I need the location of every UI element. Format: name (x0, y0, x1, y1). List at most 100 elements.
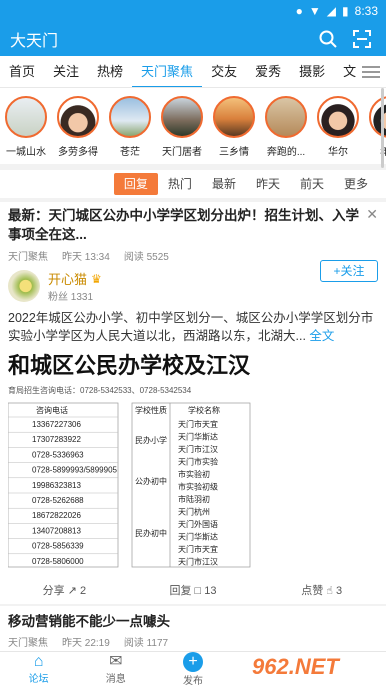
post-views: 阅读 1177 (123, 638, 169, 649)
category-item[interactable]: 奔跑的... (260, 88, 312, 164)
category-avatar (109, 96, 151, 138)
category-item[interactable]: 三乡情 (208, 88, 260, 164)
post-image[interactable]: 和城区公民办学校及江汉 育局招生咨询电话：0728-5342533、0728-5… (8, 351, 378, 571)
category-label: 天门居者 (162, 147, 202, 158)
channel-menu-icon[interactable] (356, 56, 386, 87)
image-school: 天门杭州 (178, 507, 210, 517)
tab-friends[interactable]: 交友 (202, 56, 246, 87)
share-label: 分享 (42, 585, 65, 597)
tab-hot[interactable]: 热榜 (88, 56, 132, 87)
reply-button[interactable]: 回复 □ 13 (129, 582, 258, 598)
image-phone: 0728-5856339 (32, 542, 84, 551)
image-school: 天门市江汉 (178, 557, 218, 567)
category-avatar (161, 96, 203, 138)
category-avatar (213, 96, 255, 138)
author-name[interactable]: 开心猫 (48, 269, 87, 288)
tab-home[interactable]: 首页 (0, 56, 44, 87)
image-school: 天门市实验 (178, 457, 218, 467)
nav-messages-label: 消息 (105, 674, 126, 685)
tab-tianmen-focus[interactable]: 天门聚焦 (132, 56, 203, 87)
category-avatar (57, 96, 99, 138)
category-label: 三乡情 (219, 147, 249, 158)
author-fans: 粉丝 1331 (48, 292, 94, 303)
search-icon[interactable] (314, 25, 342, 53)
like-button[interactable]: 点赞 ☝ 3 (257, 582, 386, 598)
image-phone: 0728-5899993/5899905 (32, 466, 118, 475)
image-school: 天门市江汉 (178, 444, 218, 454)
share-button[interactable]: 分享 ↗ 2 (0, 582, 129, 598)
like-count: 3 (336, 585, 343, 597)
plus-icon: + (183, 652, 203, 672)
category-row: 一城山水 多劳多得 苍茫 天门居者 三乡情 奔跑的... 华尔 年轻 (0, 88, 386, 164)
category-avatar (265, 96, 307, 138)
post-excerpt: 2022年城区公办小学、初中学区划分一、城区公办小学学区划分市实验小学学区为人民… (8, 309, 378, 345)
scrollbar[interactable] (381, 88, 384, 168)
category-item[interactable]: 苍茫 (104, 88, 156, 164)
sort-yesterday[interactable]: 昨天 (246, 173, 290, 195)
scan-icon[interactable] (348, 25, 376, 53)
full-text-link[interactable]: 全文 (309, 329, 334, 343)
post-actions: 分享 ↗ 2 回复 □ 13 点赞 ☝ 3 (0, 582, 386, 598)
image-type-primary: 民办小学 (135, 435, 167, 445)
category-item[interactable]: 华尔 (312, 88, 364, 164)
home-icon: ⌂ (33, 653, 44, 670)
category-label: 苍茫 (120, 147, 140, 158)
share-icon: ↗ (67, 585, 77, 597)
image-phone: 19986323813 (32, 481, 81, 490)
image-school: 天门市天宜 (178, 419, 218, 429)
signal-icon: ◢ (326, 4, 337, 18)
category-label: 华尔 (328, 147, 348, 158)
sort-latest[interactable]: 最新 (202, 173, 246, 195)
image-school: 天门市天宜 (178, 544, 218, 554)
location-icon: ● (295, 4, 303, 18)
sort-reply[interactable]: 回复 (113, 173, 158, 195)
share-count: 2 (79, 585, 87, 597)
image-phone: 0728-5806000 (32, 557, 84, 566)
post-time: 昨天 22:19 (62, 638, 110, 649)
post-views: 阅读 5525 (123, 252, 169, 263)
image-phone: 13367227306 (32, 420, 81, 429)
category-item[interactable]: 多劳多得 (52, 88, 104, 164)
close-icon[interactable]: ✕ (366, 206, 378, 223)
image-phone: 18672822026 (32, 511, 81, 520)
post-title[interactable]: 移动营销能不能少一点噱头 (8, 610, 378, 630)
nav-forum[interactable]: ⌂ 论坛 (0, 652, 77, 687)
wifi-icon: ▼ (308, 4, 321, 18)
category-label: 一城山水 (6, 147, 46, 158)
category-avatar (317, 96, 359, 138)
category-label: 奔跑的... (266, 147, 306, 158)
post-title[interactable]: 最新：天门城区公办中小学学区划分出炉！招生计划、入学事项全在这... (8, 202, 378, 244)
post-card[interactable]: 最新：天门城区公办中小学学区划分出炉！招生计划、入学事项全在这... ✕ 天门聚… (0, 202, 386, 604)
avatar[interactable] (8, 270, 40, 302)
nav-forum-label: 论坛 (28, 674, 49, 685)
image-subline: 育局招生咨询电话：0728-5342533、0728-5342534 (8, 385, 192, 395)
tab-follow[interactable]: 关注 (44, 56, 88, 87)
nav-publish[interactable]: + 发布 (154, 652, 231, 687)
nav-messages[interactable]: ✉ 消息 (77, 652, 154, 687)
reply-count: 13 (204, 585, 217, 597)
post-meta: 天门聚焦 昨天 22:19 阅读 1177 (8, 634, 378, 649)
image-phone: 0728-5336963 (32, 450, 84, 459)
category-avatar (5, 96, 47, 138)
image-school: 天门华斯达 (178, 532, 218, 542)
image-phone: 13407208813 (32, 526, 81, 535)
category-item[interactable]: 天门居者 (156, 88, 208, 164)
image-col-type: 学校性质 (135, 405, 167, 415)
follow-button[interactable]: +关注 (320, 260, 378, 282)
image-phone: 17307283922 (32, 435, 81, 444)
sort-more[interactable]: 更多 (334, 173, 378, 195)
sort-hot[interactable]: 热门 (158, 173, 202, 195)
crown-icon: ♛ (91, 271, 102, 286)
app-bar: 大天门 (0, 22, 386, 56)
post-card[interactable]: 移动营销能不能少一点噱头 天门聚焦 昨天 22:19 阅读 1177 (0, 606, 386, 651)
tab-photo[interactable]: 摄影 (290, 56, 334, 87)
image-heading: 和城区公民办学校及江汉 (8, 353, 251, 378)
post-time: 昨天 13:34 (62, 252, 110, 263)
channel-tabs: 首页 关注 热榜 天门聚焦 交友 爱秀 摄影 文苑 户外 (0, 56, 386, 88)
sort-day-before[interactable]: 前天 (290, 173, 334, 195)
category-label: 多劳多得 (58, 147, 98, 158)
category-item[interactable]: 一城山水 (0, 88, 52, 164)
tab-show[interactable]: 爱秀 (246, 56, 290, 87)
image-school: 天门外国语 (178, 519, 218, 529)
watermark-logo: 962.NET (252, 649, 384, 685)
